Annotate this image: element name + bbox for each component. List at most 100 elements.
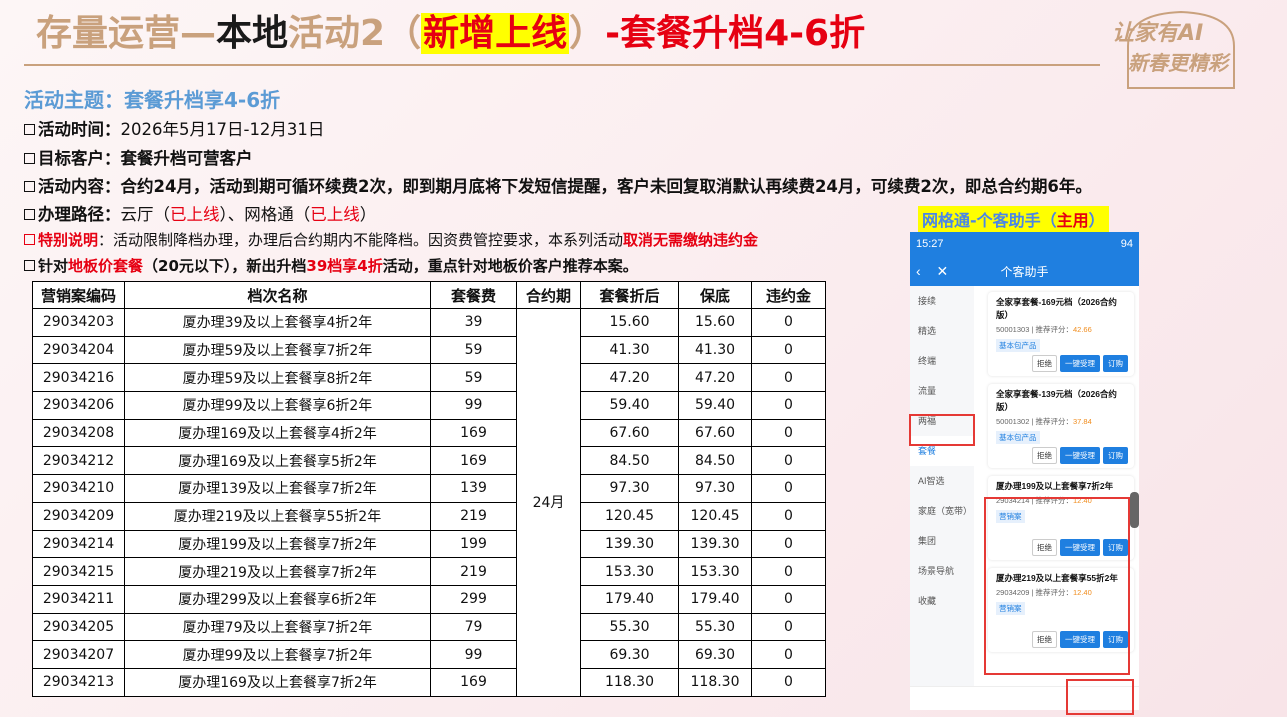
cell-name: 厦办理299及以上套餐享6折2年 — [124, 584, 431, 614]
status-time: 15:27 — [916, 238, 944, 250]
cell-code: 29034215 — [32, 557, 125, 586]
table-row: 29034215 厦办理219及以上套餐享7折2年 219 153.30 153.30 0 — [32, 557, 826, 586]
cell-fee: 219 — [430, 557, 517, 586]
cell-minimum: 179.40 — [678, 584, 752, 614]
status-bar: 15:27 94 — [910, 232, 1139, 256]
side-menu-item[interactable]: 集团 — [910, 526, 974, 556]
cell-minimum: 69.30 — [678, 640, 752, 669]
accept-button[interactable]: 一键受理 — [1060, 447, 1100, 464]
card-tag: 基本包产品 — [996, 431, 1040, 444]
app-bar: ‹ ✕ 个客助手 — [910, 256, 1139, 286]
cell-code: 29034210 — [32, 474, 125, 503]
title-divider — [24, 64, 1100, 66]
reject-button[interactable]: 拒绝 — [1032, 355, 1057, 372]
col-header-name: 档次名称 — [124, 281, 431, 309]
card-meta: 50001303 | 推荐评分：42.66 — [996, 325, 1092, 334]
cell-fee: 219 — [430, 501, 517, 531]
cell-fee: 169 — [430, 446, 517, 476]
cell-fee: 99 — [430, 640, 517, 669]
side-menu-item[interactable]: 流量 — [910, 376, 974, 406]
cell-minimum: 67.60 — [678, 418, 752, 448]
cell-fee: 199 — [430, 529, 517, 559]
side-menu-item[interactable]: 收藏 — [910, 586, 974, 616]
side-menu-item[interactable]: 终端 — [910, 346, 974, 376]
cell-name: 厦办理139及以上套餐享7折2年 — [124, 474, 431, 503]
accept-button[interactable]: 一键受理 — [1060, 355, 1100, 372]
cell-name: 厦办理59及以上套餐享8折2年 — [124, 363, 431, 393]
cell-minimum: 120.45 — [678, 501, 752, 531]
scroll-handle[interactable] — [1130, 492, 1139, 528]
phone-caption: 网格通-个客助手（主用） — [918, 206, 1109, 232]
product-card[interactable]: 全家享套餐-139元档（2026合约版） 50001302 | 推荐评分：37.8… — [988, 384, 1134, 468]
cell-discounted: 97.30 — [580, 474, 679, 503]
cell-name: 厦办理199及以上套餐享7折2年 — [124, 529, 431, 559]
back-close-icon[interactable]: ‹ ✕ — [916, 263, 954, 280]
cell-code: 29034206 — [32, 391, 125, 420]
cell-discounted: 153.30 — [580, 557, 679, 586]
cell-code: 29034209 — [32, 501, 125, 531]
col-header-discounted: 套餐折后 — [580, 281, 679, 309]
side-menu-item[interactable]: 家庭（宽带） — [910, 496, 974, 526]
cell-code: 29034203 — [32, 308, 125, 337]
cell-penalty: 0 — [751, 557, 826, 586]
activity-theme: 活动主题：套餐升档享4-6折 — [24, 88, 281, 112]
col-header-fee: 套餐费 — [430, 281, 517, 309]
cell-penalty: 0 — [751, 584, 826, 614]
cell-minimum: 47.20 — [678, 363, 752, 393]
cell-name: 厦办理169及以上套餐享5折2年 — [124, 446, 431, 476]
cell-discounted: 84.50 — [580, 446, 679, 476]
cell-term: 24月 — [516, 308, 581, 697]
cell-minimum: 55.30 — [678, 612, 752, 642]
cell-name: 厦办理169及以上套餐享7折2年 — [124, 667, 431, 697]
product-card[interactable]: 全家享套餐-169元档（2026合约版） 50001303 | 推荐评分：42.6… — [988, 292, 1134, 376]
cell-minimum: 59.40 — [678, 391, 752, 420]
table-row: 29034205 厦办理79及以上套餐享7折2年 79 55.30 55.30 0 — [32, 612, 826, 642]
cell-name: 厦办理219及以上套餐享7折2年 — [124, 557, 431, 586]
table-row: 29034207 厦办理99及以上套餐享7折2年 99 69.30 69.30 0 — [32, 640, 826, 669]
col-header-penalty: 违约金 — [751, 281, 826, 309]
side-menu-item[interactable]: AI智选 — [910, 466, 974, 496]
battery-icon: 94 — [1120, 238, 1133, 250]
page-title: 存量运营—本地活动2（新增上线）-套餐升档4-6折 — [36, 13, 866, 54]
cell-penalty: 0 — [751, 501, 826, 531]
cell-discounted: 55.30 — [580, 612, 679, 642]
cell-fee: 139 — [430, 474, 517, 503]
cell-discounted: 179.40 — [580, 584, 679, 614]
order-button[interactable]: 订购 — [1103, 447, 1128, 464]
cell-code: 29034216 — [32, 363, 125, 393]
cell-penalty: 0 — [751, 529, 826, 559]
cell-code: 29034214 — [32, 529, 125, 559]
cell-fee: 99 — [430, 391, 517, 420]
cell-minimum: 41.30 — [678, 335, 752, 365]
cell-fee: 299 — [430, 584, 517, 614]
cell-discounted: 118.30 — [580, 667, 679, 697]
table-row: 29034208 厦办理169及以上套餐享4折2年 169 67.60 67.60 0 — [32, 418, 826, 448]
title-highlight: 新增上线 — [421, 13, 570, 54]
reject-button[interactable]: 拒绝 — [1032, 447, 1057, 464]
activity-content: 活动内容：合约24月，活动到期可循环续费2次，即到期月底将下发短信提醒，客户未回… — [24, 173, 1092, 197]
cell-penalty: 0 — [751, 612, 826, 642]
cell-penalty: 0 — [751, 418, 826, 448]
order-button[interactable]: 订购 — [1103, 355, 1128, 372]
special-note: 特别说明：活动限制降档办理，办理后合约期内不能降档。因资费管控要求，本系列活动取… — [24, 229, 758, 250]
table-row: 29034211 厦办理299及以上套餐享6折2年 299 179.40 179.40 0 — [32, 584, 826, 614]
table-row: 29034213 厦办理169及以上套餐享7折2年 169 118.30 118.30 0 — [32, 667, 826, 697]
svg-text:新春更精彩: 新春更精彩 — [1128, 51, 1232, 75]
cell-penalty: 0 — [751, 391, 826, 420]
table-row: 29034204 厦办理59及以上套餐享7折2年 59 41.30 41.30 0 — [32, 335, 826, 365]
side-menu-item[interactable]: 精选 — [910, 316, 974, 346]
table-row: 29034203 厦办理39及以上套餐享4折2年 39 24月 15.60 15.60 0 — [32, 308, 826, 697]
cell-fee: 39 — [430, 308, 517, 337]
cell-penalty: 0 — [751, 446, 826, 476]
side-menu-item[interactable]: 场景导航 — [910, 556, 974, 586]
highlight-box — [984, 497, 1130, 675]
side-menu-item[interactable]: 接续 — [910, 286, 974, 316]
col-header-minimum: 保底 — [678, 281, 752, 309]
cell-penalty: 0 — [751, 308, 826, 337]
table-header-row: 营销案编码 档次名称 套餐费 合约期 套餐折后 保底 违约金 — [32, 281, 826, 309]
highlight-box — [909, 414, 975, 446]
cell-penalty: 0 — [751, 474, 826, 503]
cell-discounted: 41.30 — [580, 335, 679, 365]
cell-discounted: 15.60 — [580, 308, 679, 337]
cell-discounted: 120.45 — [580, 501, 679, 531]
